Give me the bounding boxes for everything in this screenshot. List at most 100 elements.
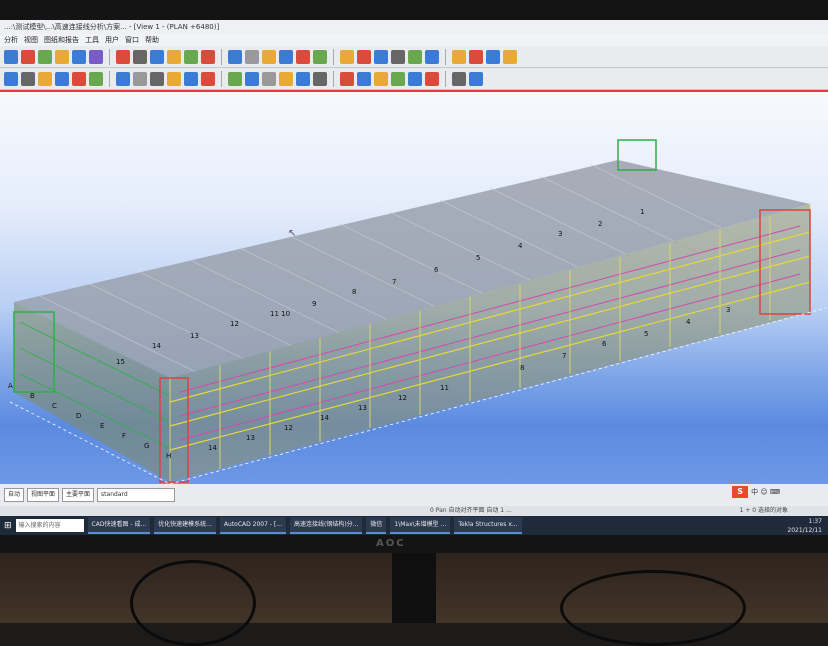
toolbar-separator — [445, 70, 446, 87]
toolbar-separator — [221, 70, 222, 87]
start-icon[interactable]: ⊞ — [4, 521, 12, 531]
ime-toolbar[interactable]: S 中 ☺ ⌨ — [732, 486, 780, 498]
toolbar-tool-icon[interactable] — [167, 49, 181, 64]
toolbar-tool-icon[interactable] — [72, 49, 86, 64]
grid-label: E — [100, 422, 104, 430]
toolbar-tool-icon[interactable] — [296, 49, 310, 64]
menu-item[interactable]: 视图 — [24, 34, 38, 46]
toolbar-tool-icon[interactable] — [116, 49, 130, 64]
toolbar-tool-icon[interactable] — [55, 49, 69, 64]
toolbar-tool-icon[interactable] — [133, 71, 147, 86]
toolbar-tool-icon[interactable] — [184, 49, 198, 64]
ime-options-icon[interactable]: 中 ☺ ⌨ — [751, 487, 780, 497]
toolbar-tool-icon[interactable] — [38, 71, 52, 86]
toolbar-tool-icon[interactable] — [452, 71, 466, 86]
toolbar-tool-icon[interactable] — [21, 71, 35, 86]
toolbar-tool-icon[interactable] — [228, 71, 242, 86]
toolbar-tool-icon[interactable] — [425, 49, 439, 64]
toolbar-tool-icon[interactable] — [408, 49, 422, 64]
menu-item[interactable]: 图纸和报告 — [44, 34, 79, 46]
screen: ...:\测试模型\...\高速连接线分析\方案... - [View 1 - … — [0, 20, 828, 535]
grid-label: 2 — [598, 220, 602, 228]
toolbar-tool-icon[interactable] — [245, 49, 259, 64]
toolbar-tool-icon[interactable] — [201, 49, 215, 64]
toolbar-tool-icon[interactable] — [469, 71, 483, 86]
toolbar-tool-icon[interactable] — [38, 49, 52, 64]
toolbar-tool-icon[interactable] — [340, 71, 354, 86]
grid-label: F — [122, 432, 126, 440]
toolbar-tool-icon[interactable] — [357, 71, 371, 86]
monitor-brand-logo: AOC — [376, 538, 406, 549]
select-main-plane[interactable]: 主要平面 — [62, 488, 95, 502]
menu-item[interactable]: 工具 — [85, 34, 99, 46]
toolbar-tool-icon[interactable] — [228, 49, 242, 64]
toolbar-tool-icon[interactable] — [150, 49, 164, 64]
toolbar-tool-icon[interactable] — [374, 71, 388, 86]
toolbar-tool-icon[interactable] — [313, 49, 327, 64]
toolbar-tool-icon[interactable] — [391, 49, 405, 64]
taskbar-item[interactable]: AutoCAD 2007 - [... — [219, 517, 286, 534]
taskbar-item[interactable]: 高速连接线(钢结构)分... — [289, 517, 363, 534]
3d-model-view[interactable]: 15 14 13 12 11 10 9 8 7 6 5 4 3 2 1 14 1… — [0, 92, 828, 484]
grid-label: 7 — [392, 278, 396, 286]
toolbar-tool-icon[interactable] — [469, 49, 483, 64]
grid-label: D — [76, 412, 81, 420]
menu-item[interactable]: 分析 — [4, 34, 18, 46]
select-view-plane[interactable]: 视图平面 — [27, 488, 60, 502]
menu-item[interactable]: 窗口 — [125, 34, 139, 46]
toolbar-tool-icon[interactable] — [89, 71, 103, 86]
window-title: ...:\测试模型\...\高速连接线分析\方案... - [View 1 - … — [0, 20, 828, 34]
toolbar-separator — [445, 48, 446, 65]
taskbar-item[interactable]: CAD快速看图 - 成... — [87, 517, 151, 534]
toolbar-tool-icon[interactable] — [4, 71, 18, 86]
toolbar-tool-icon[interactable] — [201, 71, 215, 86]
toolbar-tool-icon[interactable] — [55, 71, 69, 86]
toolbar-tool-icon[interactable] — [133, 49, 147, 64]
toolbar-tool-icon[interactable] — [279, 49, 293, 64]
grid-label: A — [8, 382, 13, 390]
grid-label: 3 — [726, 306, 730, 314]
toolbar-tool-icon[interactable] — [340, 49, 354, 64]
toolbar-tool-icon[interactable] — [72, 71, 86, 86]
menu-item[interactable]: 帮助 — [145, 34, 159, 46]
toolbar-tool-icon[interactable] — [357, 49, 371, 64]
grid-label: 12 — [398, 394, 407, 402]
toolbar-row-2 — [0, 68, 828, 90]
grid-label: 14 — [152, 342, 161, 350]
toolbar-tool-icon[interactable] — [150, 71, 164, 86]
toolbar-tool-icon[interactable] — [452, 49, 466, 64]
structure-model: 15 14 13 12 11 10 9 8 7 6 5 4 3 2 1 14 1… — [8, 139, 827, 484]
toolbar-tool-icon[interactable] — [279, 71, 293, 86]
monitor-bezel-bottom — [0, 535, 828, 553]
toolbar-tool-icon[interactable] — [296, 71, 310, 86]
taskbar-search-input[interactable]: 输入搜索的内容 — [15, 519, 84, 532]
toolbar-tool-icon[interactable] — [4, 49, 18, 64]
toolbar-tool-icon[interactable] — [391, 71, 405, 86]
sogou-ime-icon[interactable]: S — [732, 486, 749, 498]
toolbar-tool-icon[interactable] — [167, 71, 181, 86]
toolbar-tool-icon[interactable] — [313, 71, 327, 86]
toolbar-tool-icon[interactable] — [425, 71, 439, 86]
taskbar-item[interactable]: 1\Max\未增模型 ... — [390, 517, 451, 534]
toolbar-tool-icon[interactable] — [262, 49, 276, 64]
toolbar-tool-icon[interactable] — [245, 71, 259, 86]
toolbar-tool-icon[interactable] — [262, 71, 276, 86]
toolbar-tool-icon[interactable] — [408, 71, 422, 86]
taskbar-item[interactable]: 微信 — [366, 517, 387, 534]
taskbar-item[interactable]: Tekla Structures x... — [454, 517, 522, 534]
toolbar-separator — [333, 70, 334, 87]
select-standard[interactable]: standard — [97, 488, 176, 502]
taskbar-item[interactable]: 优化快速建模系统... — [154, 517, 216, 534]
toolbar-tool-icon[interactable] — [116, 71, 130, 86]
cable — [560, 570, 746, 646]
toolbar-tool-icon[interactable] — [21, 49, 35, 64]
toolbar-tool-icon[interactable] — [184, 71, 198, 86]
toolbar-tool-icon[interactable] — [486, 49, 500, 64]
menu-item[interactable]: 用户 — [105, 34, 119, 46]
toolbar-tool-icon[interactable] — [374, 49, 388, 64]
grid-label: 6 — [602, 340, 607, 348]
toolbar-tool-icon[interactable] — [89, 49, 103, 64]
select-snap-mode[interactable]: 自动 — [4, 488, 25, 502]
toolbar-tool-icon[interactable] — [503, 49, 517, 64]
grid-label: 1 — [640, 208, 644, 216]
